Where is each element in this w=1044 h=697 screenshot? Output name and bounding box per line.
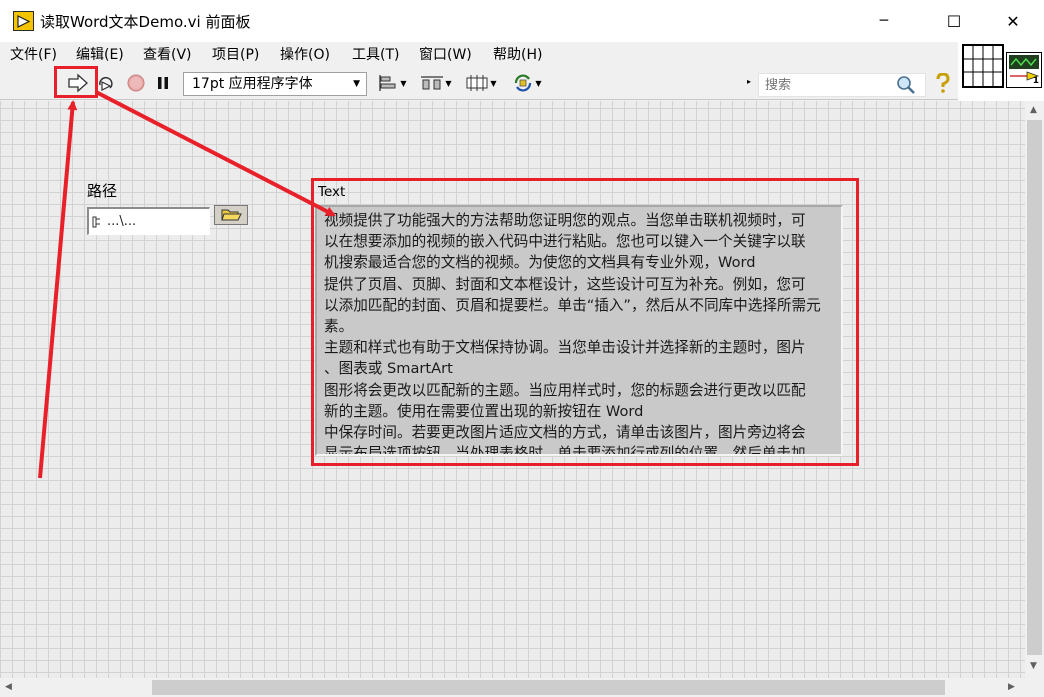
annotation-arrow-to-text — [95, 90, 336, 217]
annotation-arrow-to-run — [38, 100, 78, 479]
annotation-arrows — [38, 90, 336, 479]
